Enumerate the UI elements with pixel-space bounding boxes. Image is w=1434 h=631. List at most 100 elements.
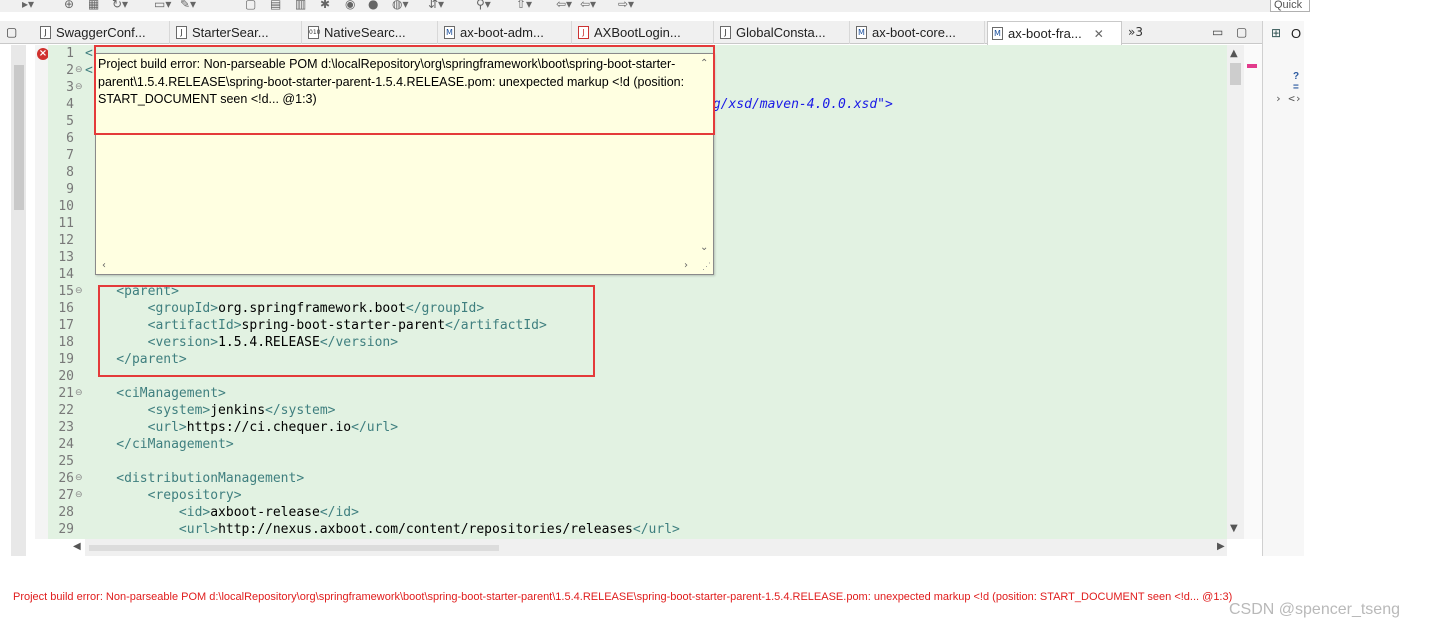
scroll-left-arrow-icon[interactable]: ◀ <box>73 541 81 552</box>
editor-tab[interactable]: J AXBootLogin... <box>574 21 714 44</box>
package-icon[interactable]: ▦ <box>88 0 99 11</box>
bug-icon[interactable]: ✱ <box>320 0 330 11</box>
code-line-4-tail: rg/xsd/maven-4.0.0.xsd"> <box>705 97 893 112</box>
left-scroll-thumb[interactable] <box>14 65 24 210</box>
hover-scroll-left-icon[interactable]: ‹ <box>102 260 106 271</box>
line-number: 9 <box>66 182 74 197</box>
copy-icon[interactable]: ▢ <box>245 0 256 11</box>
outline-node[interactable]: › <› <box>1275 92 1302 105</box>
scroll-up-arrow-icon[interactable]: ▲ <box>1230 48 1238 59</box>
line-number: 26 <box>58 471 74 486</box>
maven-file-icon: M <box>856 26 867 39</box>
overview-ruler <box>1244 45 1262 539</box>
scroll-down-arrow-icon[interactable]: ▼ <box>1230 523 1238 534</box>
debug-icon[interactable]: ◉ <box>345 0 355 11</box>
scroll-right-arrow-icon[interactable]: ▶ <box>1217 541 1225 552</box>
status-error-message: Project build error: Non-parseable POM d… <box>13 591 1233 603</box>
line-number: 15 <box>58 284 74 299</box>
editor-tab-label: ax-boot-adm... <box>460 25 544 40</box>
editor-tab[interactable]: J GlobalConsta... <box>716 21 850 44</box>
fold-toggle-icon[interactable]: ⊖ <box>75 283 83 300</box>
xml-tag: </url> <box>351 420 399 435</box>
xml-tag: </system> <box>265 403 336 418</box>
editor-tab-label: ax-boot-fra... <box>1008 26 1082 41</box>
fold-toggle-icon[interactable]: ⊖ <box>75 62 83 79</box>
editor-tab-label: AXBootLogin... <box>594 25 681 40</box>
paste-icon[interactable]: ▤ <box>270 0 281 11</box>
code-line: <distributionManagement> <box>85 470 304 487</box>
editor-tab[interactable]: Max-boot-adm... <box>440 21 572 44</box>
line-number: 19 <box>58 352 74 367</box>
left-panel-scrollbar[interactable] <box>11 45 26 556</box>
outline-view: ⊞ O ?= › <› <box>1262 21 1304 556</box>
editor-tab[interactable]: J SwaggerConf... <box>36 21 170 44</box>
editor-tab[interactable]: Max-boot-fra... ✕ <box>987 21 1122 45</box>
back2-icon[interactable]: ⇦▾ <box>580 0 596 11</box>
wand-icon[interactable]: ✎▾ <box>180 0 196 11</box>
editor-tab-label: GlobalConsta... <box>736 25 826 40</box>
editor-vertical-scrollbar[interactable]: ▲ ▼ <box>1227 45 1244 539</box>
search-icon[interactable]: ⚲▾ <box>476 0 491 11</box>
editor-tab-label: StarterSear... <box>192 25 269 40</box>
fold-toggle-icon[interactable]: ⊖ <box>75 487 83 504</box>
xml-tag: </id> <box>319 505 359 520</box>
back-icon[interactable]: ⇦▾ <box>556 0 572 11</box>
outline-title[interactable]: O <box>1291 26 1301 41</box>
code-line: <ciManagement> <box>85 385 226 402</box>
globe-icon[interactable]: ◍▾ <box>392 0 409 11</box>
xml-tag: </url> <box>632 522 680 537</box>
refresh-icon[interactable]: ↻▾ <box>112 0 128 11</box>
vertical-scroll-thumb[interactable] <box>1230 63 1241 85</box>
code-line-2: < <box>85 63 93 78</box>
editor-horizontal-scrollbar[interactable]: ◀ ▶ <box>73 539 1227 556</box>
outline-toolbar-label[interactable]: ?= <box>1293 71 1304 93</box>
code-line: <id>axboot-release</id> <box>85 504 359 521</box>
line-number: 18 <box>58 335 74 350</box>
editor-tab-label: NativeSearc... <box>324 25 406 40</box>
editor-tab[interactable]: Max-boot-core... <box>852 21 985 44</box>
java-file-icon: J <box>720 26 731 39</box>
view-menu-icon[interactable]: ▢ <box>6 25 17 39</box>
xml-tag: <distributionManagement> <box>85 471 305 486</box>
minimize-icon[interactable]: ▭ <box>1212 25 1223 39</box>
xml-text: https://ci.chequer.io <box>186 420 352 435</box>
line-number: 1 <box>66 46 74 61</box>
info-icon[interactable]: ● <box>368 0 378 11</box>
line-number: 2 <box>66 63 74 78</box>
up-icon[interactable]: ⇧▾ <box>516 0 532 11</box>
maven-file-icon: M <box>444 26 455 39</box>
fold-toggle-icon[interactable]: ⊖ <box>75 79 83 96</box>
close-tab-icon[interactable]: ✕ <box>1094 27 1104 41</box>
line-number: 27 <box>58 488 74 503</box>
fold-toggle-icon[interactable]: ⊖ <box>75 470 83 487</box>
xml-text: jenkins <box>210 403 266 418</box>
hover-scroll-down-icon[interactable]: ⌄ <box>700 242 708 253</box>
editor-tab[interactable]: 010 NativeSearc... <box>304 21 438 44</box>
hover-horizontal-scrollbar[interactable]: ‹ › <box>96 258 699 274</box>
quick-access-input[interactable]: Quick <box>1270 0 1310 12</box>
code-line: <system>jenkins</system> <box>85 402 336 419</box>
resize-grip-icon[interactable]: ⋰ <box>702 261 711 272</box>
new-icon[interactable]: ⊕ <box>64 0 74 11</box>
open-folder-icon[interactable]: ▭▾ <box>154 0 171 11</box>
forward-icon[interactable]: ⇨▾ <box>618 0 634 11</box>
highlight-box-error <box>94 45 715 135</box>
fold-toggle-icon[interactable]: ⊖ <box>75 385 83 402</box>
error-overview-mark[interactable] <box>1247 64 1257 68</box>
horizontal-scroll-thumb[interactable] <box>89 545 499 551</box>
maximize-icon[interactable]: ▢ <box>1236 25 1247 39</box>
code-line: <repository> <box>85 487 242 504</box>
line-number: 25 <box>58 454 74 469</box>
xml-tag: <system> <box>85 403 211 418</box>
java-file-icon: J <box>176 26 187 39</box>
list-icon[interactable]: ▥ <box>295 0 306 11</box>
editor-tab-label: SwaggerConf... <box>56 25 146 40</box>
tasks-icon[interactable]: ⇵▾ <box>428 0 444 11</box>
tab-overflow-button[interactable]: »3 <box>1128 25 1143 39</box>
run-icon[interactable]: ▸▾ <box>22 0 34 11</box>
code-line: </ciManagement> <box>85 436 234 453</box>
hover-scroll-right-icon[interactable]: › <box>684 260 688 271</box>
line-number: 5 <box>66 114 74 129</box>
editor-tab[interactable]: J StarterSear... <box>172 21 302 44</box>
xml-tag: </ciManagement> <box>85 437 234 452</box>
